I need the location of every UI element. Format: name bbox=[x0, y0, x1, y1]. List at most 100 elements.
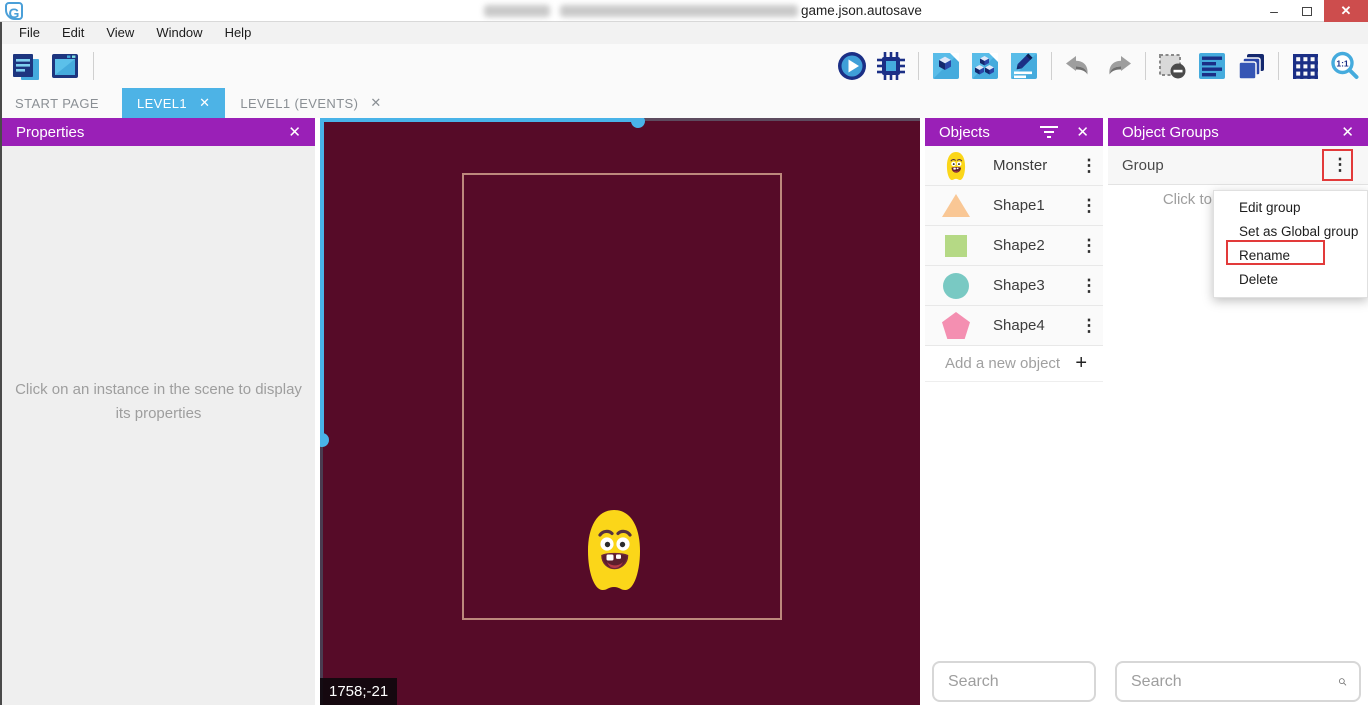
window-left-edge bbox=[0, 22, 2, 705]
menu-file[interactable]: File bbox=[8, 22, 51, 44]
groups-search-box bbox=[1115, 661, 1361, 702]
properties-hint-text: Click on an instance in the scene to dis… bbox=[13, 378, 305, 426]
main-area: Properties ✕ Click on an instance in the… bbox=[0, 118, 1368, 705]
vertical-scrollbar[interactable] bbox=[320, 118, 324, 440]
object-menu-dots-icon[interactable]: ⋮ bbox=[1075, 316, 1103, 336]
plus-icon: + bbox=[1075, 352, 1087, 375]
tab-start-page[interactable]: START PAGE bbox=[0, 88, 114, 118]
pentagon-thumbnail bbox=[941, 312, 971, 339]
object-groups-icon[interactable] bbox=[968, 49, 1002, 83]
object-groups-title: Object Groups bbox=[1122, 124, 1219, 141]
close-tab-icon[interactable]: ✕ bbox=[370, 95, 381, 111]
close-icon[interactable]: ✕ bbox=[284, 123, 305, 141]
group-menu-dots-icon[interactable]: ⋮ bbox=[1326, 155, 1354, 175]
tab-level1-events[interactable]: LEVEL1 (EVENTS) ✕ bbox=[225, 88, 396, 118]
add-new-object-label: Add a new object bbox=[945, 355, 1075, 372]
toolbar-separator bbox=[1051, 52, 1052, 80]
square-thumbnail bbox=[941, 235, 971, 257]
monster-instance[interactable] bbox=[581, 507, 647, 593]
properties-editor-icon[interactable] bbox=[1007, 49, 1041, 83]
horizontal-scrollbar-track[interactable] bbox=[645, 118, 920, 121]
toolbar-separator bbox=[93, 52, 94, 80]
menu-item-delete[interactable]: Delete bbox=[1214, 268, 1367, 292]
object-menu-dots-icon[interactable]: ⋮ bbox=[1075, 236, 1103, 256]
properties-panel: Properties ✕ Click on an instance in the… bbox=[2, 118, 315, 705]
zoom-1-1-icon[interactable]: 1:1 bbox=[1328, 49, 1362, 83]
group-row[interactable]: Group ⋮ bbox=[1108, 146, 1368, 185]
vertical-scrollbar-handle[interactable] bbox=[320, 433, 329, 447]
add-new-object-button[interactable]: Add a new object + bbox=[925, 346, 1103, 382]
redo-icon[interactable] bbox=[1101, 49, 1135, 83]
gdevelop-logo-icon: G bbox=[5, 2, 23, 20]
grid-icon[interactable] bbox=[1289, 49, 1323, 83]
cursor-coordinates: 1758;-21 bbox=[320, 678, 397, 705]
menu-bar: File Edit View Window Help bbox=[0, 22, 1368, 44]
gdevelop-window: G game.json.autosave – ✕ File Edit View … bbox=[0, 0, 1368, 705]
close-icon[interactable]: ✕ bbox=[1072, 123, 1093, 141]
scene-canvas[interactable]: 1758;-21 bbox=[320, 118, 920, 705]
object-row-monster[interactable]: Monster ⋮ bbox=[925, 146, 1103, 186]
groups-hint-text: Click to bbox=[1108, 191, 1212, 208]
object-name: Shape1 bbox=[993, 197, 1075, 214]
vertical-scrollbar-track[interactable] bbox=[320, 447, 323, 705]
close-window-button[interactable]: ✕ bbox=[1324, 0, 1368, 22]
object-name: Shape4 bbox=[993, 317, 1075, 334]
object-name: Monster bbox=[993, 157, 1075, 174]
filter-icon[interactable] bbox=[1040, 123, 1058, 141]
menu-item-rename[interactable]: Rename bbox=[1214, 244, 1367, 268]
object-menu-dots-icon[interactable]: ⋮ bbox=[1075, 276, 1103, 296]
menu-item-set-global-group[interactable]: Set as Global group bbox=[1214, 220, 1367, 244]
tab-label: LEVEL1 (EVENTS) bbox=[240, 96, 358, 111]
debug-icon[interactable] bbox=[874, 49, 908, 83]
mask-instances-icon[interactable] bbox=[1156, 49, 1190, 83]
undo-icon[interactable] bbox=[1062, 49, 1096, 83]
objects-panel: Objects ✕ Monster ⋮ Shape1 ⋮ bbox=[925, 118, 1103, 705]
objects-header: Objects ✕ bbox=[925, 118, 1103, 146]
menu-view[interactable]: View bbox=[95, 22, 145, 44]
tab-level1[interactable]: LEVEL1 ✕ bbox=[122, 88, 225, 118]
properties-title: Properties bbox=[16, 124, 84, 141]
object-menu-dots-icon[interactable]: ⋮ bbox=[1075, 156, 1103, 176]
object-row-shape2[interactable]: Shape2 ⋮ bbox=[925, 226, 1103, 266]
close-icon[interactable]: ✕ bbox=[1337, 123, 1358, 141]
object-menu-dots-icon[interactable]: ⋮ bbox=[1075, 196, 1103, 216]
object-name: Shape3 bbox=[993, 277, 1075, 294]
restore-icon bbox=[1302, 7, 1312, 16]
tab-label: START PAGE bbox=[15, 96, 99, 111]
menu-help[interactable]: Help bbox=[214, 22, 263, 44]
preview-play-icon[interactable] bbox=[835, 49, 869, 83]
project-manager-icon[interactable] bbox=[8, 49, 42, 83]
redacted-title-segment bbox=[484, 5, 550, 17]
object-row-shape1[interactable]: Shape1 ⋮ bbox=[925, 186, 1103, 226]
object-name: Shape2 bbox=[993, 237, 1075, 254]
svg-text:1:1: 1:1 bbox=[1336, 59, 1349, 69]
close-tab-icon[interactable]: ✕ bbox=[199, 95, 210, 111]
toolbar: 1:1 bbox=[0, 44, 1368, 88]
monster-thumbnail bbox=[941, 151, 971, 181]
horizontal-scrollbar[interactable] bbox=[320, 118, 638, 122]
window-title: game.json.autosave bbox=[801, 0, 922, 22]
triangle-thumbnail bbox=[941, 194, 971, 217]
horizontal-scrollbar-handle[interactable] bbox=[631, 118, 645, 128]
redacted-title-segment bbox=[560, 5, 798, 17]
title-bar: G game.json.autosave – ✕ bbox=[0, 0, 1368, 22]
start-page-icon[interactable] bbox=[48, 49, 82, 83]
restore-button[interactable] bbox=[1292, 0, 1322, 22]
groups-search-input[interactable] bbox=[1131, 673, 1338, 691]
menu-item-edit-group[interactable]: Edit group bbox=[1214, 196, 1367, 220]
circle-thumbnail bbox=[941, 273, 971, 299]
object-row-shape3[interactable]: Shape3 ⋮ bbox=[925, 266, 1103, 306]
toolbar-separator bbox=[1145, 52, 1146, 80]
properties-header: Properties ✕ bbox=[2, 118, 315, 146]
object-groups-header: Object Groups ✕ bbox=[1108, 118, 1368, 146]
menu-edit[interactable]: Edit bbox=[51, 22, 95, 44]
menu-window[interactable]: Window bbox=[145, 22, 213, 44]
layers-icon[interactable] bbox=[1234, 49, 1268, 83]
toolbar-separator bbox=[918, 52, 919, 80]
search-icon bbox=[1338, 672, 1347, 692]
object-row-shape4[interactable]: Shape4 ⋮ bbox=[925, 306, 1103, 346]
minimize-button[interactable]: – bbox=[1258, 0, 1290, 22]
tab-label: LEVEL1 bbox=[137, 96, 187, 111]
instances-list-icon[interactable] bbox=[1195, 49, 1229, 83]
objects-editor-icon[interactable] bbox=[929, 49, 963, 83]
